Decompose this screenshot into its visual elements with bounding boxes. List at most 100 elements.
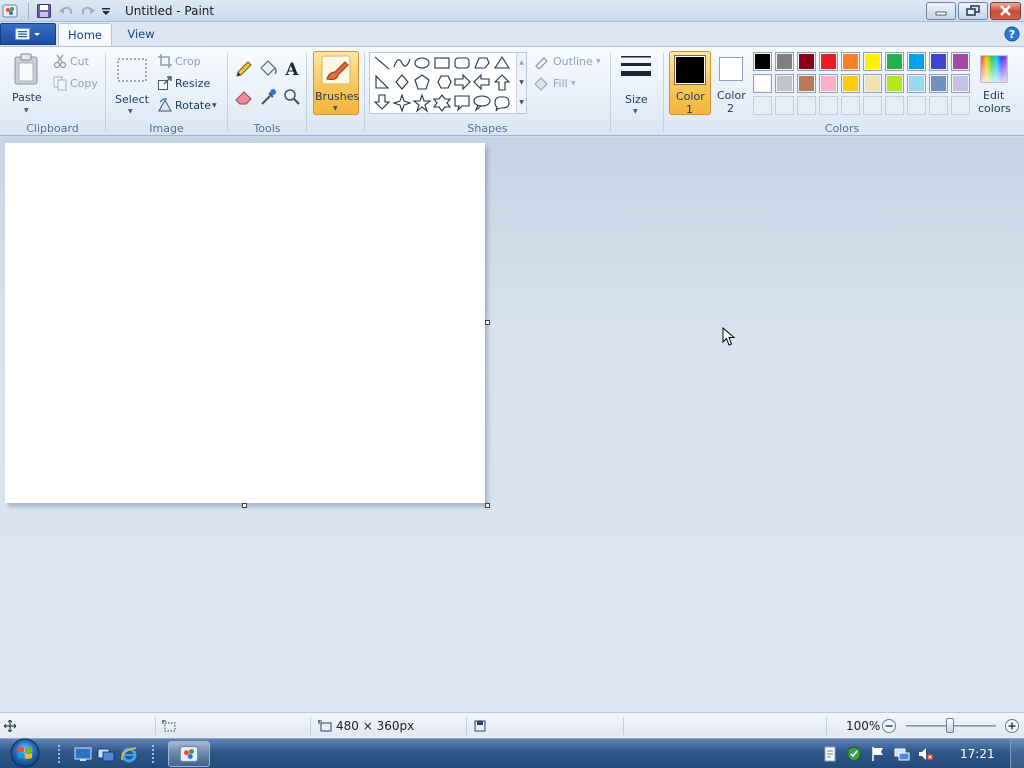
magnifier-tool[interactable] xyxy=(281,87,303,107)
pencil-tool[interactable] xyxy=(233,59,255,79)
palette-swatch[interactable] xyxy=(907,52,926,71)
shapes-expand-button[interactable]: ▼ xyxy=(516,93,526,113)
close-button[interactable] xyxy=(990,2,1021,20)
custom-color-slot[interactable] xyxy=(885,96,904,115)
down-arrow-shape-icon[interactable] xyxy=(373,94,391,110)
restore-button[interactable] xyxy=(958,2,988,20)
palette-swatch[interactable] xyxy=(863,74,882,93)
zoom-out-icon[interactable] xyxy=(881,718,897,734)
tab-home[interactable]: Home xyxy=(58,23,112,46)
show-desktop-icon[interactable] xyxy=(74,745,92,763)
palette-swatch[interactable] xyxy=(863,52,882,71)
eraser-tool[interactable] xyxy=(233,87,255,107)
color2-button[interactable]: Color 2 xyxy=(714,51,750,115)
right-triangle-shape-icon[interactable] xyxy=(375,74,390,89)
volume-muted-icon[interactable] xyxy=(918,746,934,762)
taskbar-paint-button[interactable] xyxy=(168,741,210,767)
cut-button[interactable]: Cut xyxy=(52,53,100,71)
minimize-button[interactable] xyxy=(926,2,956,20)
document-tray-icon[interactable] xyxy=(822,746,838,762)
internet-explorer-icon[interactable] xyxy=(120,745,138,763)
fill-button[interactable]: Fill ▼ xyxy=(533,75,583,93)
zoom-in-icon[interactable] xyxy=(1004,718,1020,734)
custom-color-slot[interactable] xyxy=(841,96,860,115)
select-button[interactable]: Select ▼ xyxy=(112,51,152,117)
up-arrow-shape-icon[interactable] xyxy=(493,74,511,91)
palette-swatch[interactable] xyxy=(819,52,838,71)
canvas-resize-handle-right[interactable] xyxy=(485,320,490,325)
canvas-workspace[interactable] xyxy=(0,137,1024,712)
line-shape-icon[interactable] xyxy=(374,56,390,70)
hexagon-shape-icon[interactable] xyxy=(437,75,452,89)
custom-color-slot[interactable] xyxy=(907,96,926,115)
polygon-shape-icon[interactable] xyxy=(474,57,490,69)
left-arrow-shape-icon[interactable] xyxy=(473,73,490,91)
palette-swatch[interactable] xyxy=(841,74,860,93)
palette-swatch[interactable] xyxy=(885,52,904,71)
text-tool[interactable]: A xyxy=(281,59,303,80)
rounded-rectangle-shape-icon[interactable] xyxy=(454,57,470,69)
palette-swatch[interactable] xyxy=(885,74,904,93)
shapes-scroll-up[interactable]: ▲ xyxy=(516,53,526,73)
outline-button[interactable]: Outline ▼ xyxy=(533,53,603,71)
palette-swatch[interactable] xyxy=(929,74,948,93)
undo-icon[interactable] xyxy=(58,3,74,19)
six-point-star-shape-icon[interactable] xyxy=(432,94,452,112)
custom-color-slot[interactable] xyxy=(951,96,970,115)
palette-swatch[interactable] xyxy=(819,74,838,93)
action-center-flag-icon[interactable] xyxy=(870,746,886,762)
network-icon[interactable] xyxy=(894,746,910,762)
drawing-canvas[interactable] xyxy=(5,143,485,503)
palette-swatch[interactable] xyxy=(753,74,772,93)
save-icon[interactable] xyxy=(36,3,52,19)
help-icon[interactable]: ? xyxy=(1004,26,1020,42)
custom-color-slot[interactable] xyxy=(929,96,948,115)
palette-swatch[interactable] xyxy=(929,52,948,71)
cloud-callout-shape-icon[interactable] xyxy=(494,96,510,112)
redo-icon[interactable] xyxy=(80,3,96,19)
edit-colors-button[interactable]: Edit colors xyxy=(975,51,1013,117)
taskbar-grip[interactable] xyxy=(152,745,156,763)
copy-button[interactable]: Copy xyxy=(52,75,102,93)
quick-launch-grip[interactable] xyxy=(58,745,62,763)
show-desktop-button[interactable] xyxy=(1010,739,1024,768)
zoom-slider-thumb[interactable] xyxy=(946,718,954,733)
palette-swatch[interactable] xyxy=(753,52,772,71)
custom-color-slot[interactable] xyxy=(775,96,794,115)
custom-color-slot[interactable] xyxy=(863,96,882,115)
shapes-scroll-down[interactable]: ▼ xyxy=(516,73,526,93)
switch-windows-icon[interactable] xyxy=(97,745,115,763)
custom-color-slot[interactable] xyxy=(819,96,838,115)
palette-swatch[interactable] xyxy=(907,74,926,93)
custom-color-slot[interactable] xyxy=(797,96,816,115)
palette-swatch[interactable] xyxy=(797,52,816,71)
canvas-resize-handle-corner[interactable] xyxy=(485,503,490,508)
resize-button[interactable]: Resize xyxy=(157,75,213,93)
color-picker-tool[interactable] xyxy=(257,87,279,107)
rotate-button[interactable]: Rotate ▼ xyxy=(157,97,221,115)
tab-view[interactable]: View xyxy=(114,23,168,46)
color1-button[interactable]: Color 1 xyxy=(669,51,711,116)
rectangle-shape-icon[interactable] xyxy=(434,57,450,69)
palette-swatch[interactable] xyxy=(841,52,860,71)
brushes-button[interactable]: Brushes ▼ xyxy=(313,51,359,115)
right-arrow-shape-icon[interactable] xyxy=(454,73,471,91)
paint-app-icon[interactable] xyxy=(2,3,18,19)
curve-shape-icon[interactable] xyxy=(393,58,411,68)
palette-swatch[interactable] xyxy=(951,52,970,71)
start-button[interactable] xyxy=(4,737,46,768)
custom-color-slot[interactable] xyxy=(753,96,772,115)
palette-swatch[interactable] xyxy=(775,74,794,93)
oval-shape-icon[interactable] xyxy=(414,57,430,69)
palette-swatch[interactable] xyxy=(775,52,794,71)
customize-quick-access-icon[interactable] xyxy=(100,3,112,19)
crop-button[interactable]: Crop xyxy=(157,53,205,71)
palette-swatch[interactable] xyxy=(951,74,970,93)
taskbar-clock[interactable]: 17:21 xyxy=(960,747,995,761)
four-point-star-shape-icon[interactable] xyxy=(392,93,412,113)
diamond-shape-icon[interactable] xyxy=(395,74,409,90)
paste-button[interactable]: Paste ▼ xyxy=(6,51,48,117)
security-shield-icon[interactable] xyxy=(846,746,862,762)
oval-callout-shape-icon[interactable] xyxy=(473,95,491,112)
size-button[interactable]: Size ▼ xyxy=(616,51,656,117)
